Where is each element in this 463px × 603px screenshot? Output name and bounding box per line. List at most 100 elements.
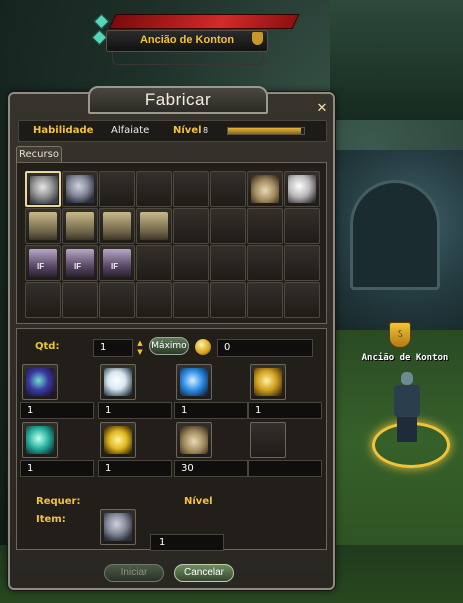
- empty-slot[interactable]: [99, 282, 135, 318]
- skill-progress-fill: [228, 128, 301, 134]
- gold-orb-icon: [254, 368, 282, 396]
- recipe-slot[interactable]: [62, 171, 98, 207]
- material-slot[interactable]: [100, 364, 136, 400]
- close-icon[interactable]: ✕: [315, 102, 329, 116]
- material-slot[interactable]: [22, 364, 58, 400]
- empty-slot[interactable]: [99, 171, 135, 207]
- skill-label: Habilidade: [33, 125, 94, 136]
- empty-slot[interactable]: [25, 282, 61, 318]
- shoulder-pad-icon: [103, 249, 131, 277]
- empty-slot[interactable]: [136, 171, 172, 207]
- target-shield-icon: [252, 32, 263, 45]
- recipe-slot[interactable]: [25, 171, 61, 207]
- npc-character[interactable]: [388, 372, 426, 442]
- wolf-mask-icon: [104, 513, 132, 541]
- gold-coin-icon: [195, 339, 211, 355]
- material-qty: 1: [174, 402, 248, 419]
- recipe-panel: [16, 162, 327, 324]
- empty-slot[interactable]: [210, 171, 246, 207]
- empty-slot[interactable]: [210, 208, 246, 244]
- dialog-title: Fabricar: [144, 90, 212, 109]
- stepper-up-icon[interactable]: ▲: [135, 339, 145, 348]
- skill-row: Habilidade Alfaiate Nível 8: [18, 120, 327, 142]
- level-value: 8: [203, 126, 209, 135]
- qty-input[interactable]: 1: [93, 339, 133, 357]
- stone-ore-icon: [180, 426, 208, 454]
- recipe-slot[interactable]: [62, 208, 98, 244]
- totem-statue-icon: [66, 212, 94, 240]
- recipe-slot[interactable]: [99, 245, 135, 281]
- empty-slot[interactable]: [136, 282, 172, 318]
- recipe-slot[interactable]: [25, 208, 61, 244]
- empty-slot[interactable]: [136, 245, 172, 281]
- recipe-slot[interactable]: [247, 171, 283, 207]
- empty-slot[interactable]: [173, 245, 209, 281]
- qty-stepper[interactable]: ▲ ▼: [135, 339, 145, 357]
- max-button[interactable]: Máximo: [149, 337, 189, 355]
- material-slot[interactable]: [176, 422, 212, 458]
- recipe-slot[interactable]: [136, 208, 172, 244]
- recipe-slot[interactable]: [25, 245, 61, 281]
- empty-slot[interactable]: [247, 208, 283, 244]
- required-level-label: Nível: [184, 496, 213, 507]
- empty-slot[interactable]: [247, 245, 283, 281]
- skill-value: Alfaiate: [111, 125, 150, 136]
- stepper-down-icon[interactable]: ▼: [135, 348, 145, 357]
- target-subframe: [112, 52, 264, 65]
- material-qty: 1: [20, 460, 94, 477]
- empty-slot[interactable]: [284, 282, 320, 318]
- target-frame[interactable]: Ancião de Konton: [91, 10, 302, 66]
- totem-statue-icon: [140, 212, 168, 240]
- required-item-slot[interactable]: [100, 509, 136, 545]
- empty-material-slot[interactable]: [250, 422, 286, 458]
- material-qty: 30: [174, 460, 248, 477]
- recipe-slot[interactable]: [99, 208, 135, 244]
- material-slot[interactable]: [22, 422, 58, 458]
- npc-legs: [397, 417, 417, 442]
- skill-progress-bar: [227, 127, 305, 135]
- material-slot[interactable]: [176, 364, 212, 400]
- totem-statue-icon: [103, 212, 131, 240]
- teal-orb-icon: [26, 426, 54, 454]
- npc-head: [401, 372, 413, 385]
- empty-slot[interactable]: [173, 208, 209, 244]
- totem-statue-icon: [29, 212, 57, 240]
- material-slot[interactable]: [250, 364, 286, 400]
- recipe-grid: [25, 171, 320, 318]
- title-plate[interactable]: Fabricar: [88, 86, 268, 114]
- shoulder-pad-icon: [29, 249, 57, 277]
- material-qty: 1: [248, 402, 322, 419]
- material-slot[interactable]: [100, 422, 136, 458]
- requires-label: Requer:: [36, 496, 81, 507]
- blue-orb-icon: [180, 368, 208, 396]
- target-hp-bar: [108, 14, 300, 29]
- empty-slot[interactable]: [62, 282, 98, 318]
- recipe-slot[interactable]: [62, 245, 98, 281]
- level-label: Nível: [173, 125, 202, 136]
- empty-slot[interactable]: [284, 208, 320, 244]
- target-gem-icon: [93, 13, 110, 30]
- material-qty: [248, 460, 322, 477]
- recipe-slot[interactable]: [284, 171, 320, 207]
- gold-field: 0: [217, 339, 313, 357]
- craft-dialog: Fabricar ✕ Habilidade Alfaiate Nível 8 R…: [8, 86, 335, 590]
- empty-slot[interactable]: [173, 282, 209, 318]
- empty-slot[interactable]: [173, 171, 209, 207]
- pearl-icon: [288, 175, 316, 203]
- target-name: Ancião de Konton: [139, 34, 235, 46]
- empty-slot[interactable]: [210, 245, 246, 281]
- background-door: [350, 180, 440, 290]
- material-qty: 1: [20, 402, 94, 419]
- cancel-button[interactable]: Cancelar: [174, 564, 234, 582]
- wolf-mask-icon: [30, 176, 58, 204]
- start-button[interactable]: Iniciar: [104, 564, 164, 582]
- wolf-mask-icon: [66, 175, 94, 203]
- empty-slot[interactable]: [210, 282, 246, 318]
- empty-slot[interactable]: [284, 245, 320, 281]
- empty-slot[interactable]: [247, 282, 283, 318]
- shoulder-pad-icon: [66, 249, 94, 277]
- purple-orb-icon: [26, 368, 54, 396]
- tab-recurso[interactable]: Recurso: [16, 146, 62, 163]
- quest-shield-icon[interactable]: ઽ: [389, 322, 411, 348]
- required-level-field: 1: [150, 534, 224, 551]
